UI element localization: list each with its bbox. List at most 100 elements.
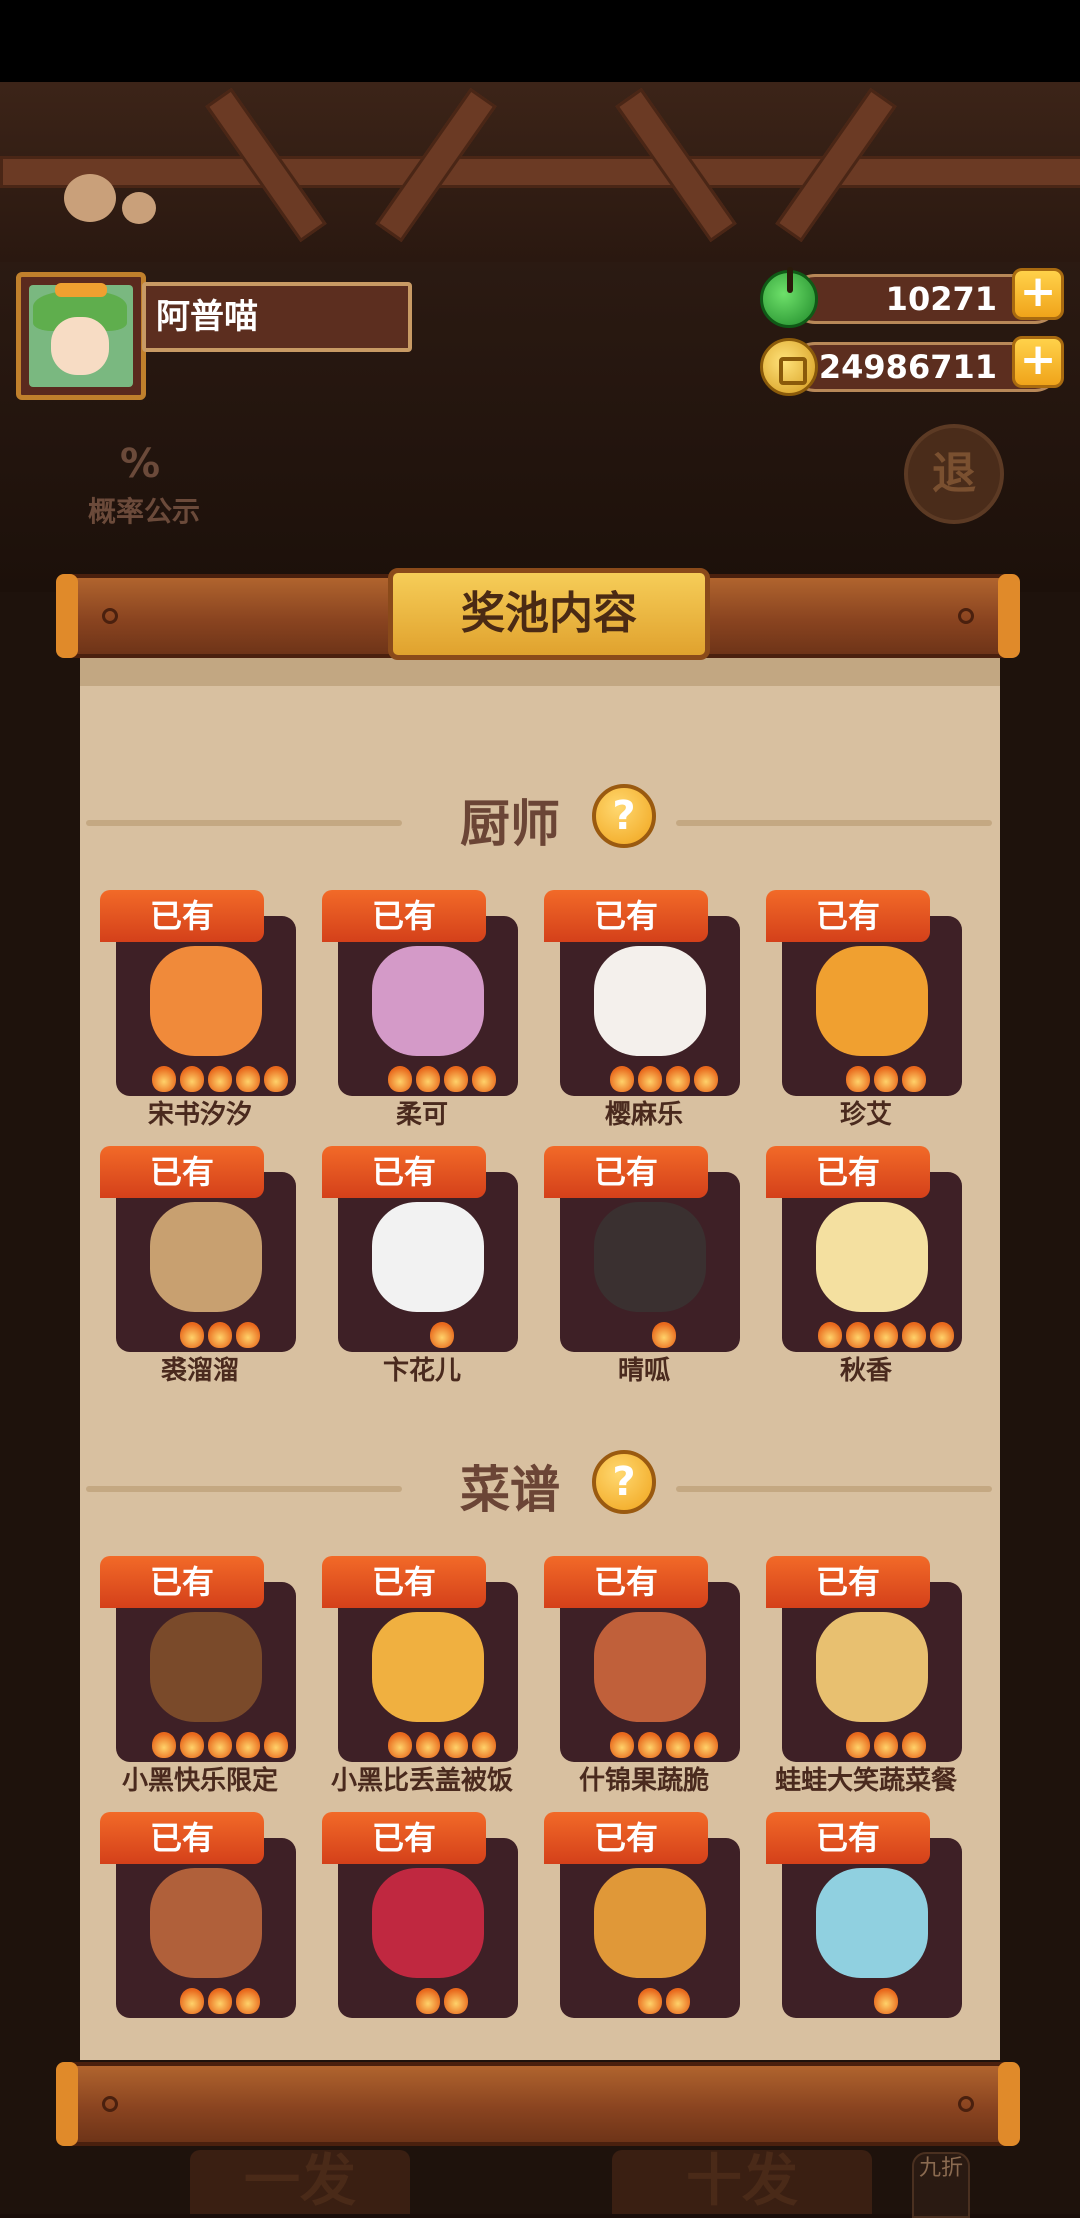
recipe-card[interactable]: 已有 xyxy=(544,1812,740,2032)
add-jade-button[interactable]: + xyxy=(1012,268,1064,320)
flame-star-icon xyxy=(152,1732,176,1758)
probability-label[interactable]: 概率公示 xyxy=(64,490,224,530)
card-portrait xyxy=(338,1172,518,1352)
chef-card[interactable]: 已有 卞花儿 xyxy=(322,1146,518,1386)
owned-badge: 已有 xyxy=(322,1146,486,1198)
recipe-name: 小黑比丢盖被饭 xyxy=(330,1766,513,1796)
recipe-card[interactable]: 已有 xyxy=(100,1812,296,2032)
recipe-card[interactable]: 已有 小黑快乐限定 xyxy=(100,1556,296,1796)
player-avatar[interactable] xyxy=(16,272,146,400)
prize-pool-panel: 厨师 ? 菜谱 ? 已有 宋书汐汐 已有 柔可 已有 樱麻乐 已有 珍艾 已有 裘溜溜 已有 卞花儿已… xyxy=(80,656,1000,2060)
owned-badge: 已有 xyxy=(766,1146,930,1198)
chef-card[interactable]: 已有樱麻乐 xyxy=(544,890,740,1130)
flame-star-icon xyxy=(236,1988,260,2014)
flame-star-icon xyxy=(236,1732,260,1758)
chef-card[interactable]: 已有晴呱 xyxy=(544,1146,740,1386)
card-portrait xyxy=(116,1838,296,2018)
scroll-bottom-rod xyxy=(56,2062,1020,2146)
star-rating xyxy=(140,1322,300,1352)
exit-button[interactable]: 退 xyxy=(904,424,1004,524)
card-portrait xyxy=(116,916,296,1096)
chef-portrait-icon xyxy=(594,946,706,1056)
flame-star-icon xyxy=(666,1066,690,1092)
star-rating xyxy=(584,1322,744,1352)
chick-decoration xyxy=(64,174,116,222)
status-bar xyxy=(0,0,1080,82)
flame-star-icon xyxy=(666,1988,690,2014)
flame-star-icon xyxy=(236,1322,260,1348)
recipe-card[interactable]: 已有 xyxy=(766,1812,962,2032)
flame-star-icon xyxy=(846,1732,870,1758)
chef-card[interactable]: 已有 柔可 xyxy=(322,890,518,1130)
star-rating xyxy=(362,1732,522,1762)
chef-card[interactable]: 已有 宋书汐汐 xyxy=(100,890,296,1130)
chef-card[interactable]: 已有珍艾 xyxy=(766,890,962,1130)
section-divider xyxy=(86,1486,402,1492)
recipe-card[interactable]: 已有 什锦果蔬脆 xyxy=(544,1556,740,1796)
owned-badge: 已有 xyxy=(544,1556,708,1608)
add-coins-button[interactable]: + xyxy=(1012,336,1064,388)
flame-star-icon xyxy=(652,1322,676,1348)
chef-name: 晴呱 xyxy=(617,1356,670,1386)
chef-name: 珍艾 xyxy=(839,1100,892,1130)
star-rating xyxy=(140,1066,300,1096)
flame-star-icon xyxy=(638,1732,662,1758)
dish-icon xyxy=(150,1868,262,1978)
owned-badge: 已有 xyxy=(544,1812,708,1864)
owned-badge: 已有 xyxy=(544,890,708,942)
card-portrait xyxy=(560,916,740,1096)
popup-title: 奖池内容 xyxy=(388,568,710,660)
flame-star-icon xyxy=(264,1066,288,1092)
chef-portrait-icon xyxy=(150,1202,262,1312)
flame-star-icon xyxy=(416,1988,440,2014)
star-rating xyxy=(362,1066,522,1096)
owned-badge: 已有 xyxy=(766,1812,930,1864)
ten-pull-button[interactable]: 十发 xyxy=(612,2150,872,2214)
chef-portrait-icon xyxy=(372,1202,484,1312)
flame-star-icon xyxy=(416,1732,440,1758)
recipe-card[interactable]: 已有 小黑比丢盖被饭 xyxy=(322,1556,518,1796)
chef-help-button[interactable]: ? xyxy=(592,784,656,848)
star-rating xyxy=(806,1988,966,2018)
recipe-card[interactable]: 已有 xyxy=(322,1812,518,2032)
flame-star-icon xyxy=(180,1988,204,2014)
chef-card[interactable]: 已有 裘溜溜 xyxy=(100,1146,296,1386)
chef-portrait-icon xyxy=(372,946,484,1056)
card-portrait xyxy=(782,1838,962,2018)
probability-icon[interactable]: % xyxy=(92,436,188,492)
chef-name: 秋香 xyxy=(839,1356,892,1386)
dish-icon xyxy=(150,1612,262,1722)
flame-star-icon xyxy=(930,1322,954,1348)
owned-badge: 已有 xyxy=(544,1146,708,1198)
recipe-help-button[interactable]: ? xyxy=(592,1450,656,1514)
flame-star-icon xyxy=(472,1066,496,1092)
flame-star-icon xyxy=(610,1732,634,1758)
flame-star-icon xyxy=(472,1732,496,1758)
flame-star-icon xyxy=(666,1732,690,1758)
flame-star-icon xyxy=(874,1322,898,1348)
flame-star-icon xyxy=(180,1066,204,1092)
flame-star-icon xyxy=(902,1322,926,1348)
card-portrait xyxy=(338,1582,518,1762)
flame-star-icon xyxy=(694,1732,718,1758)
owned-badge: 已有 xyxy=(766,890,930,942)
flame-star-icon xyxy=(444,1732,468,1758)
star-rating xyxy=(806,1322,966,1352)
jade-icon xyxy=(760,267,818,328)
flame-star-icon xyxy=(818,1322,842,1348)
chef-portrait-icon xyxy=(816,946,928,1056)
dish-icon xyxy=(372,1612,484,1722)
flame-star-icon xyxy=(902,1732,926,1758)
card-portrait xyxy=(560,1582,740,1762)
chef-card[interactable]: 已有秋香 xyxy=(766,1146,962,1386)
section-divider xyxy=(676,820,992,826)
player-name: 阿普喵 xyxy=(142,282,412,352)
recipe-card[interactable]: 已有 蛙蛙大笑蔬菜餐 xyxy=(766,1556,962,1796)
chef-name: 樱麻乐 xyxy=(604,1100,683,1130)
single-pull-button[interactable]: 一发 xyxy=(190,2150,410,2214)
chef-name: 柔可 xyxy=(395,1100,448,1130)
chef-portrait-icon xyxy=(816,1202,928,1312)
flame-star-icon xyxy=(208,1066,232,1092)
dish-icon xyxy=(816,1868,928,1978)
flame-star-icon xyxy=(416,1066,440,1092)
